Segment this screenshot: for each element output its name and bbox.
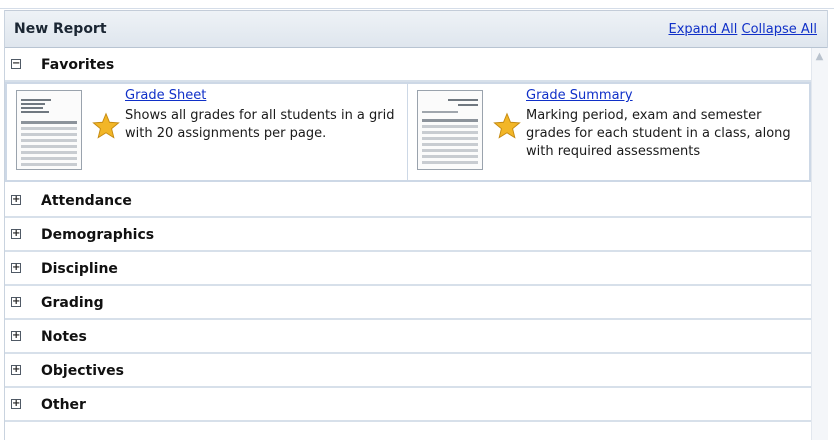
panel-header: New Report Expand All Collapse All — [5, 10, 827, 48]
grade-sheet-link[interactable]: Grade Sheet — [125, 88, 206, 103]
grade-summary-description: Marking period, exam and semester grades… — [526, 108, 791, 159]
report-thumbnail-icon — [16, 90, 82, 170]
favorite-card-grade-summary: Grade Summary Marking period, exam and s… — [408, 84, 809, 180]
grade-summary-link[interactable]: Grade Summary — [526, 88, 633, 103]
expand-all-link[interactable]: Expand All — [668, 22, 737, 37]
section-demographics[interactable]: + Demographics — [5, 218, 811, 252]
vertical-scrollbar[interactable]: ▲ — [811, 48, 828, 440]
section-other[interactable]: + Other — [5, 388, 811, 422]
section-notes[interactable]: + Notes — [5, 320, 811, 354]
section-label-demographics: Demographics — [41, 227, 155, 243]
collapse-all-link[interactable]: Collapse All — [742, 22, 818, 37]
section-attendance[interactable]: + Attendance — [5, 184, 811, 218]
favorites-content: Grade Sheet Shows all grades for all stu… — [5, 82, 811, 182]
section-favorites[interactable]: − Favorites — [5, 48, 811, 82]
expand-toggle-icon[interactable]: + — [11, 399, 21, 409]
expand-toggle-icon[interactable]: + — [11, 263, 21, 273]
favorite-card-grade-sheet: Grade Sheet Shows all grades for all stu… — [7, 84, 408, 180]
expand-toggle-icon[interactable]: + — [11, 365, 21, 375]
collapsed-sections: + Attendance + Demographics + Discipline… — [5, 182, 811, 440]
section-grading[interactable]: + Grading — [5, 286, 811, 320]
expand-toggle-icon[interactable]: + — [11, 195, 21, 205]
section-label-discipline: Discipline — [41, 261, 118, 277]
favorite-star-icon[interactable] — [493, 112, 521, 140]
collapse-toggle-icon[interactable]: − — [11, 59, 21, 69]
new-report-panel: New Report Expand All Collapse All − Fav… — [4, 10, 828, 440]
favorite-star-icon[interactable] — [92, 112, 120, 140]
section-objectives[interactable]: + Objectives — [5, 354, 811, 388]
section-label-attendance: Attendance — [41, 193, 132, 209]
report-thumbnail-icon — [417, 90, 483, 170]
section-label-objectives: Objectives — [41, 363, 124, 379]
header-links: Expand All Collapse All — [668, 22, 817, 37]
panel-title: New Report — [14, 21, 107, 37]
section-label-notes: Notes — [41, 329, 87, 345]
scroll-up-arrow-icon[interactable]: ▲ — [814, 51, 825, 62]
section-label-favorites: Favorites — [41, 57, 115, 73]
top-band — [0, 0, 834, 9]
section-label-grading: Grading — [41, 295, 104, 311]
expand-toggle-icon[interactable]: + — [11, 229, 21, 239]
expand-toggle-icon[interactable]: + — [11, 297, 21, 307]
grade-sheet-description: Shows all grades for all students in a g… — [125, 108, 395, 141]
section-label-other: Other — [41, 397, 86, 413]
section-discipline[interactable]: + Discipline — [5, 252, 811, 286]
expand-toggle-icon[interactable]: + — [11, 331, 21, 341]
